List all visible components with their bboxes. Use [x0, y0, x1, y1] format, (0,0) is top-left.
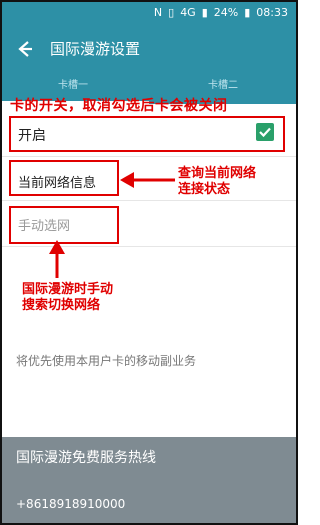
arrow-to-manual-select	[49, 240, 65, 278]
screen-frame: N ▯ 4G ▮ 24% ▮ 08:33 国际漫游设置 卡槽一 卡槽二 卡的开关…	[0, 0, 298, 525]
note-text: 将优先使用本用户卡的移动副业务	[16, 354, 197, 368]
footer-hotline: 国际漫游免费服务热线 +8618918910000	[2, 437, 296, 523]
arrow-to-network-info	[120, 172, 175, 188]
footer-number[interactable]: +8618918910000	[16, 497, 125, 511]
footer-title: 国际漫游免费服务热线	[16, 450, 156, 466]
